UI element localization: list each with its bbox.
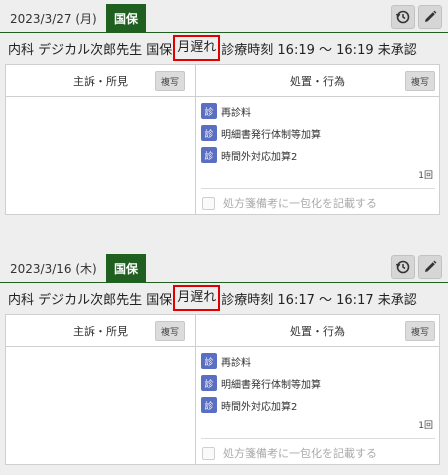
treatment-label: 再診料 [221, 107, 251, 119]
one-pack-checkbox[interactable] [202, 446, 215, 460]
record-date: 2023/3/16 (木) [10, 262, 97, 276]
treatment-list: 診 再診料 診 明細書発行体制等加算 診 時間外対応加算2 [201, 352, 321, 418]
complaint-column-header: 主訴・所見 複写 [6, 65, 196, 97]
treatment-label: 再診料 [221, 357, 251, 369]
record-header: 2023/3/16 (木) 国保 [0, 250, 448, 283]
treatment-label: 明細書発行体制等加算 [221, 129, 321, 141]
pencil-icon [425, 260, 437, 272]
treatment-badge: 診 [201, 375, 217, 391]
copy-complaint-button[interactable]: 複写 [155, 71, 185, 91]
treatment-list: 診 再診料 診 明細書発行体制等加算 診 時間外対応加算2 [201, 102, 321, 168]
one-pack-label: 処方箋備考に一包化を記載する [223, 447, 377, 460]
treatment-column-header: 処置・行為 複写 [196, 65, 439, 97]
treatment-badge: 診 [201, 125, 217, 141]
visit-info-line: 内科 デジカル次郎先生 国保 月遅れ 診療時刻 16:17 ～ 16:17 未承認 [0, 285, 448, 311]
treatment-column-header: 処置・行為 複写 [196, 315, 439, 347]
complaint-header-label: 主訴・所見 [73, 74, 128, 88]
visit-info-suffix: 診療時刻 16:19 ～ 16:19 未承認 [221, 42, 417, 58]
pencil-icon [425, 10, 437, 22]
treatment-label: 明細書発行体制等加算 [221, 379, 321, 391]
treatment-item[interactable]: 診 時間外対応加算2 [201, 146, 321, 164]
visit-info-line: 内科 デジカル次郎先生 国保 月遅れ 診療時刻 16:19 ～ 16:19 未承認 [0, 35, 448, 61]
record-card: 2023/3/27 (月) 国保 内科 デジカル次郎先生 国保 月遅れ 診療時刻 1… [0, 0, 448, 215]
treatment-item[interactable]: 診 明細書発行体制等加算 [201, 124, 321, 142]
treatment-divider [201, 188, 435, 189]
treatment-divider [201, 438, 435, 439]
history-button[interactable] [391, 5, 415, 29]
one-pack-label: 処方箋備考に一包化を記載する [223, 197, 377, 210]
treatment-label: 時間外対応加算2 [221, 401, 298, 413]
treatment-header-label: 処置・行為 [290, 324, 345, 338]
treatment-badge: 診 [201, 397, 217, 413]
late-month-highlight: 月遅れ [173, 285, 221, 311]
insurance-tab[interactable]: 国保 [106, 4, 146, 32]
one-pack-option[interactable]: 処方箋備考に一包化を記載する [202, 445, 377, 461]
complaint-body[interactable] [6, 347, 196, 464]
treatment-count: 1回 [418, 421, 433, 431]
treatment-label: 時間外対応加算2 [221, 151, 298, 163]
history-button[interactable] [391, 255, 415, 279]
header-divider [0, 32, 448, 33]
treatment-item[interactable]: 診 時間外対応加算2 [201, 396, 321, 414]
one-pack-option[interactable]: 処方箋備考に一包化を記載する [202, 195, 377, 211]
insurance-tab[interactable]: 国保 [106, 254, 146, 282]
visit-info-prefix: 内科 デジカル次郎先生 国保 [8, 292, 173, 308]
history-clock-icon [395, 10, 410, 24]
header-divider [0, 282, 448, 283]
copy-treatment-button[interactable]: 複写 [405, 71, 435, 91]
complaint-body[interactable] [6, 97, 196, 214]
record-table: 主訴・所見 複写 処置・行為 複写 診 再診料 診 明細書発行体制等加算 診 時… [5, 64, 440, 215]
treatment-header-label: 処置・行為 [290, 74, 345, 88]
record-table: 主訴・所見 複写 処置・行為 複写 診 再診料 診 明細書発行体制等加算 診 時… [5, 314, 440, 465]
copy-complaint-button[interactable]: 複写 [155, 321, 185, 341]
visit-info-prefix: 内科 デジカル次郎先生 国保 [8, 42, 173, 58]
copy-treatment-button[interactable]: 複写 [405, 321, 435, 341]
treatment-item[interactable]: 診 明細書発行体制等加算 [201, 374, 321, 392]
record-header: 2023/3/27 (月) 国保 [0, 0, 448, 33]
history-clock-icon [395, 260, 410, 274]
treatment-badge: 診 [201, 103, 217, 119]
edit-button[interactable] [418, 255, 442, 279]
edit-button[interactable] [418, 5, 442, 29]
record-card: 2023/3/16 (木) 国保 内科 デジカル次郎先生 国保 月遅れ 診療時刻 1… [0, 250, 448, 465]
treatment-badge: 診 [201, 147, 217, 163]
complaint-column-header: 主訴・所見 複写 [6, 315, 196, 347]
treatment-item[interactable]: 診 再診料 [201, 102, 321, 120]
visit-info-suffix: 診療時刻 16:17 ～ 16:17 未承認 [221, 292, 417, 308]
complaint-header-label: 主訴・所見 [73, 324, 128, 338]
late-month-highlight: 月遅れ [173, 35, 221, 61]
treatment-count: 1回 [418, 171, 433, 181]
treatment-badge: 診 [201, 353, 217, 369]
one-pack-checkbox[interactable] [202, 196, 215, 210]
treatment-item[interactable]: 診 再診料 [201, 352, 321, 370]
record-date: 2023/3/27 (月) [10, 12, 97, 26]
